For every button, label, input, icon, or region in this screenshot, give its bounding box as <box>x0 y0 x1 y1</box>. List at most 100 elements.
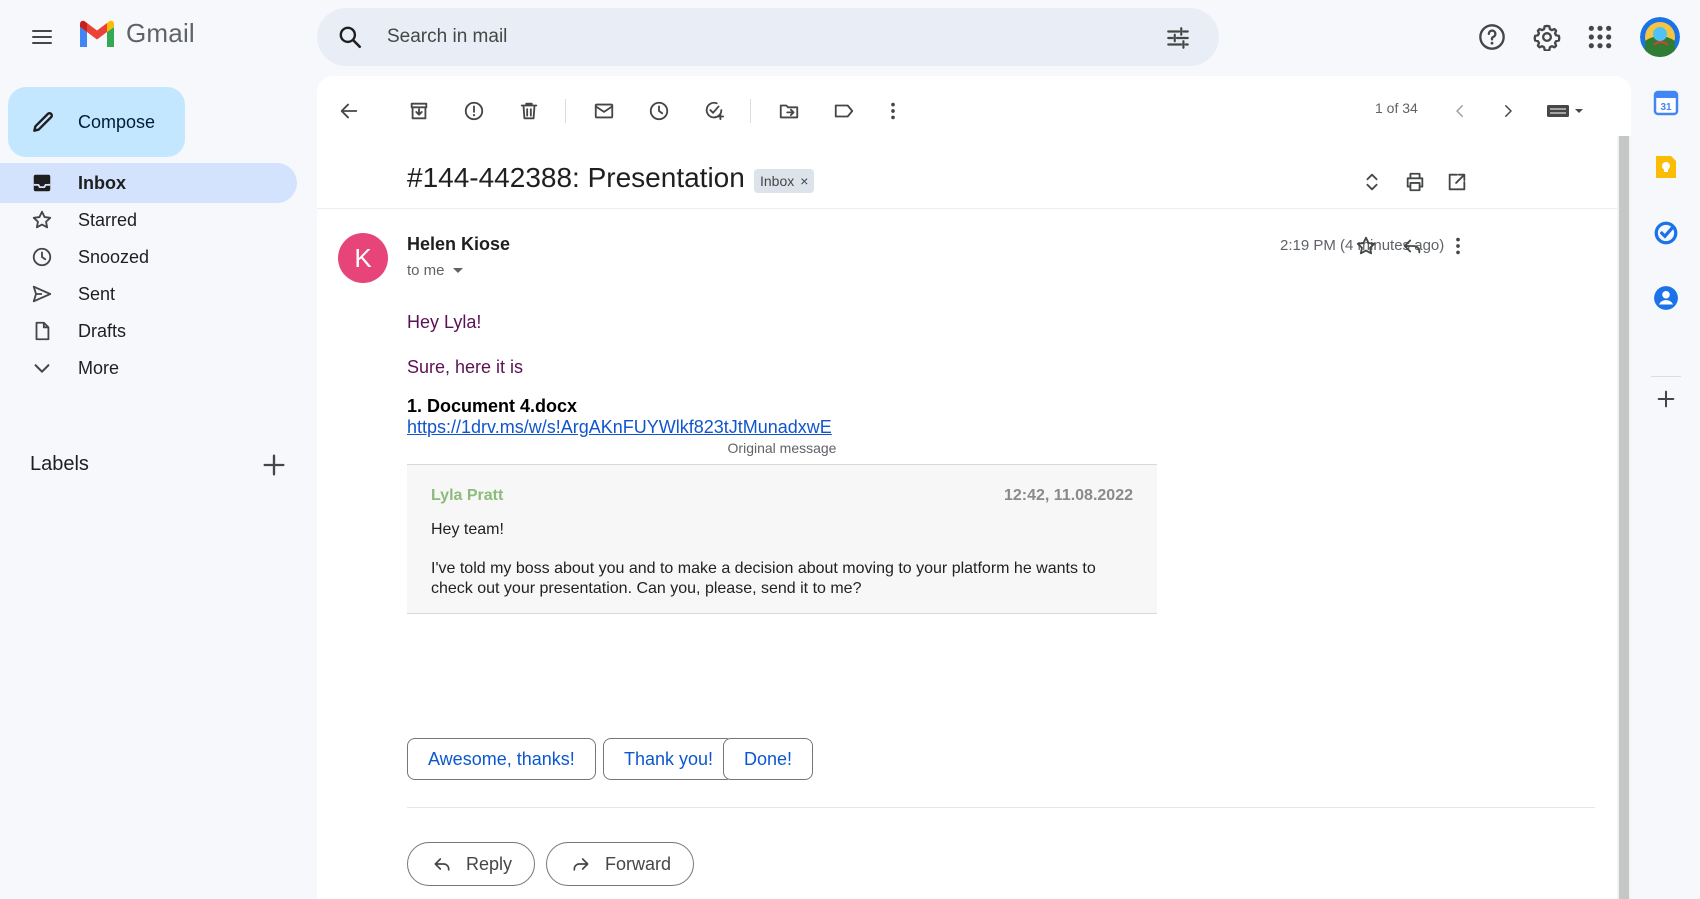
forward-button[interactable]: Forward <box>546 842 695 886</box>
add-label-plus-icon[interactable] <box>260 451 288 479</box>
sidebar-item-label: Sent <box>78 283 116 304</box>
inbox-label-chip[interactable]: Inbox × <box>754 169 815 193</box>
sidebar-item-snoozed[interactable]: Snoozed <box>0 237 297 277</box>
original-message-label: Original message <box>727 440 837 456</box>
apps-grid-icon[interactable] <box>1581 18 1619 56</box>
delete-trash-icon[interactable] <box>511 93 547 129</box>
body-greeting: Hey Lyla! <box>407 312 482 332</box>
search-icon[interactable] <box>337 24 363 50</box>
divider <box>1651 376 1681 377</box>
report-spam-icon[interactable] <box>456 93 492 129</box>
labels-heading: Labels <box>30 453 89 475</box>
move-to-folder-icon[interactable] <box>771 93 807 129</box>
sidebar-item-sent[interactable]: Sent <box>0 274 297 314</box>
forward-arrow-icon <box>573 858 589 871</box>
search-options-icon[interactable] <box>1165 25 1191 51</box>
remove-label-close-icon[interactable]: × <box>800 173 808 189</box>
sidebar-item-drafts[interactable]: Drafts <box>0 311 297 351</box>
sidebar-item-label: More <box>78 357 120 378</box>
calendar-day: 31 <box>1660 102 1672 113</box>
smart-reply-button[interactable]: Thank you! <box>603 738 735 780</box>
original-date: 12:42, 11.08.2022 <box>1003 487 1133 504</box>
divider <box>407 807 1595 808</box>
sender-name[interactable]: Helen Kiose <box>407 234 510 255</box>
original-text: I've told my boss about you and to make … <box>431 560 1096 597</box>
chevron-right-icon[interactable] <box>1490 93 1526 129</box>
chevron-down-icon <box>30 356 54 380</box>
sidebar-item-inbox[interactable]: Inbox <box>0 163 297 203</box>
divider <box>317 208 1617 209</box>
recipient-text: to me <box>407 262 445 279</box>
label-tag-icon[interactable] <box>826 93 862 129</box>
compose-button[interactable]: Compose <box>8 87 185 157</box>
quoted-original-message: Lyla Pratt 12:42, 11.08.2022 Hey team! I… <box>407 464 1157 614</box>
draft-file-icon <box>30 319 54 343</box>
reply-label: Reply <box>466 853 513 874</box>
back-arrow-icon[interactable] <box>331 93 367 129</box>
reply-button[interactable]: Reply <box>407 842 536 886</box>
clock-icon <box>30 245 54 269</box>
main-menu-icon[interactable] <box>22 20 62 54</box>
label-chip-text: Inbox <box>760 173 795 189</box>
search-input[interactable] <box>387 8 1147 66</box>
snooze-clock-icon[interactable] <box>641 93 677 129</box>
message-view: 1 of 34 #144-442388: Presentation Inbox … <box>317 76 1631 899</box>
support-icon[interactable] <box>1473 18 1511 56</box>
sidebar-item-label: Inbox <box>78 172 126 193</box>
send-icon <box>30 282 54 306</box>
input-tools-keyboard-icon[interactable] <box>1541 93 1589 129</box>
add-task-icon[interactable] <box>696 93 732 129</box>
star-icon <box>30 208 54 232</box>
reply-arrow-icon <box>434 858 450 871</box>
document-link[interactable]: https://1drv.ms/w/s!ArgAKnFUYWlkf823tJtM… <box>407 417 832 438</box>
compose-label: Compose <box>78 111 156 132</box>
gmail-m-icon <box>80 20 114 47</box>
original-greeting: Hey team! <box>431 521 504 538</box>
sidebar-item-more[interactable]: More <box>0 348 297 388</box>
keep-notes-icon[interactable] <box>1653 154 1679 180</box>
sidebar-item-label: Starred <box>78 209 138 230</box>
get-addons-plus-icon[interactable] <box>1653 386 1679 412</box>
settings-gear-icon[interactable] <box>1528 18 1566 56</box>
original-sender: Lyla Pratt <box>431 487 504 504</box>
inbox-icon <box>30 171 54 195</box>
body-line: Sure, here it is <box>407 357 524 377</box>
reply-arrow-icon[interactable] <box>1394 228 1430 264</box>
toolbar-divider <box>750 99 751 123</box>
sidebar-item-label: Drafts <box>78 320 127 341</box>
sender-avatar[interactable]: K <box>338 233 388 283</box>
gmail-logo[interactable]: Gmail <box>78 18 195 49</box>
star-icon[interactable] <box>1348 228 1384 264</box>
contacts-icon[interactable] <box>1653 285 1679 311</box>
more-vertical-icon[interactable] <box>875 93 911 129</box>
smart-reply-button[interactable]: Done! <box>723 738 814 780</box>
toolbar-divider <box>565 99 566 123</box>
sidebar-item-starred[interactable]: Starred <box>0 200 297 240</box>
sidebar: Compose Inbox Starred Snoozed Sent Draft… <box>0 76 317 899</box>
smart-reply-button[interactable]: Awesome, thanks! <box>407 738 596 780</box>
print-icon[interactable] <box>1397 164 1433 200</box>
pencil-icon <box>33 112 53 132</box>
sidebar-item-label: Snoozed <box>78 246 150 267</box>
email-subject: #144-442388: Presentation <box>407 162 745 193</box>
message-more-vertical-icon[interactable] <box>1440 228 1476 264</box>
side-panel: 31 <box>1631 76 1700 899</box>
caret-down-icon <box>452 268 463 273</box>
top-bar: Gmail <box>0 0 1700 76</box>
scrollbar[interactable] <box>1617 136 1631 899</box>
tasks-icon[interactable] <box>1653 220 1679 246</box>
app-name: Gmail <box>126 18 195 48</box>
scrollbar-thumb[interactable] <box>1619 136 1629 899</box>
mark-unread-icon[interactable] <box>586 93 622 129</box>
account-avatar[interactable] <box>1640 17 1680 57</box>
calendar-icon[interactable]: 31 <box>1653 90 1679 116</box>
open-in-new-window-icon[interactable] <box>1439 164 1475 200</box>
archive-icon[interactable] <box>401 93 437 129</box>
search-bar <box>317 8 1219 66</box>
attachment-title: 1. Document 4.docx <box>407 396 578 416</box>
chevron-left-icon[interactable] <box>1442 93 1478 129</box>
recipient-details-toggle[interactable]: to me <box>407 262 463 279</box>
pagination-count: 1 of 34 <box>1375 100 1418 116</box>
expand-all-icon[interactable] <box>1354 164 1390 200</box>
forward-label: Forward <box>605 853 672 874</box>
